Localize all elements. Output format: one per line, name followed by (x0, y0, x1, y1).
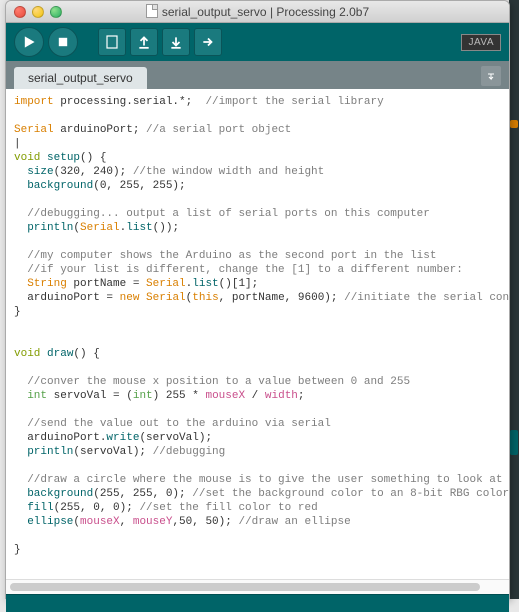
document-icon (146, 4, 158, 18)
mode-badge[interactable]: JAVA (461, 34, 501, 51)
window-controls (14, 6, 62, 18)
save-button[interactable] (162, 28, 190, 56)
minimize-button[interactable] (32, 6, 44, 18)
open-button[interactable] (130, 28, 158, 56)
zoom-button[interactable] (50, 6, 62, 18)
close-button[interactable] (14, 6, 26, 18)
status-bar (6, 594, 509, 612)
app-window: serial_output_servo | Processing 2.0b7 J… (5, 0, 510, 599)
export-button[interactable] (194, 28, 222, 56)
titlebar: serial_output_servo | Processing 2.0b7 (6, 1, 509, 23)
window-title: serial_output_servo | Processing 2.0b7 (6, 4, 509, 19)
window-title-text: serial_output_servo | Processing 2.0b7 (162, 5, 369, 19)
horizontal-scrollbar[interactable] (6, 579, 509, 594)
tab-menu-button[interactable] (481, 66, 501, 86)
toolbar: JAVA (6, 23, 509, 61)
code-editor[interactable]: import processing.serial.*; //import the… (6, 89, 509, 579)
tab-bar: serial_output_servo (6, 61, 509, 89)
stop-button[interactable] (48, 27, 78, 57)
run-button[interactable] (14, 27, 44, 57)
new-button[interactable] (98, 28, 126, 56)
sketch-tab[interactable]: serial_output_servo (14, 67, 147, 89)
